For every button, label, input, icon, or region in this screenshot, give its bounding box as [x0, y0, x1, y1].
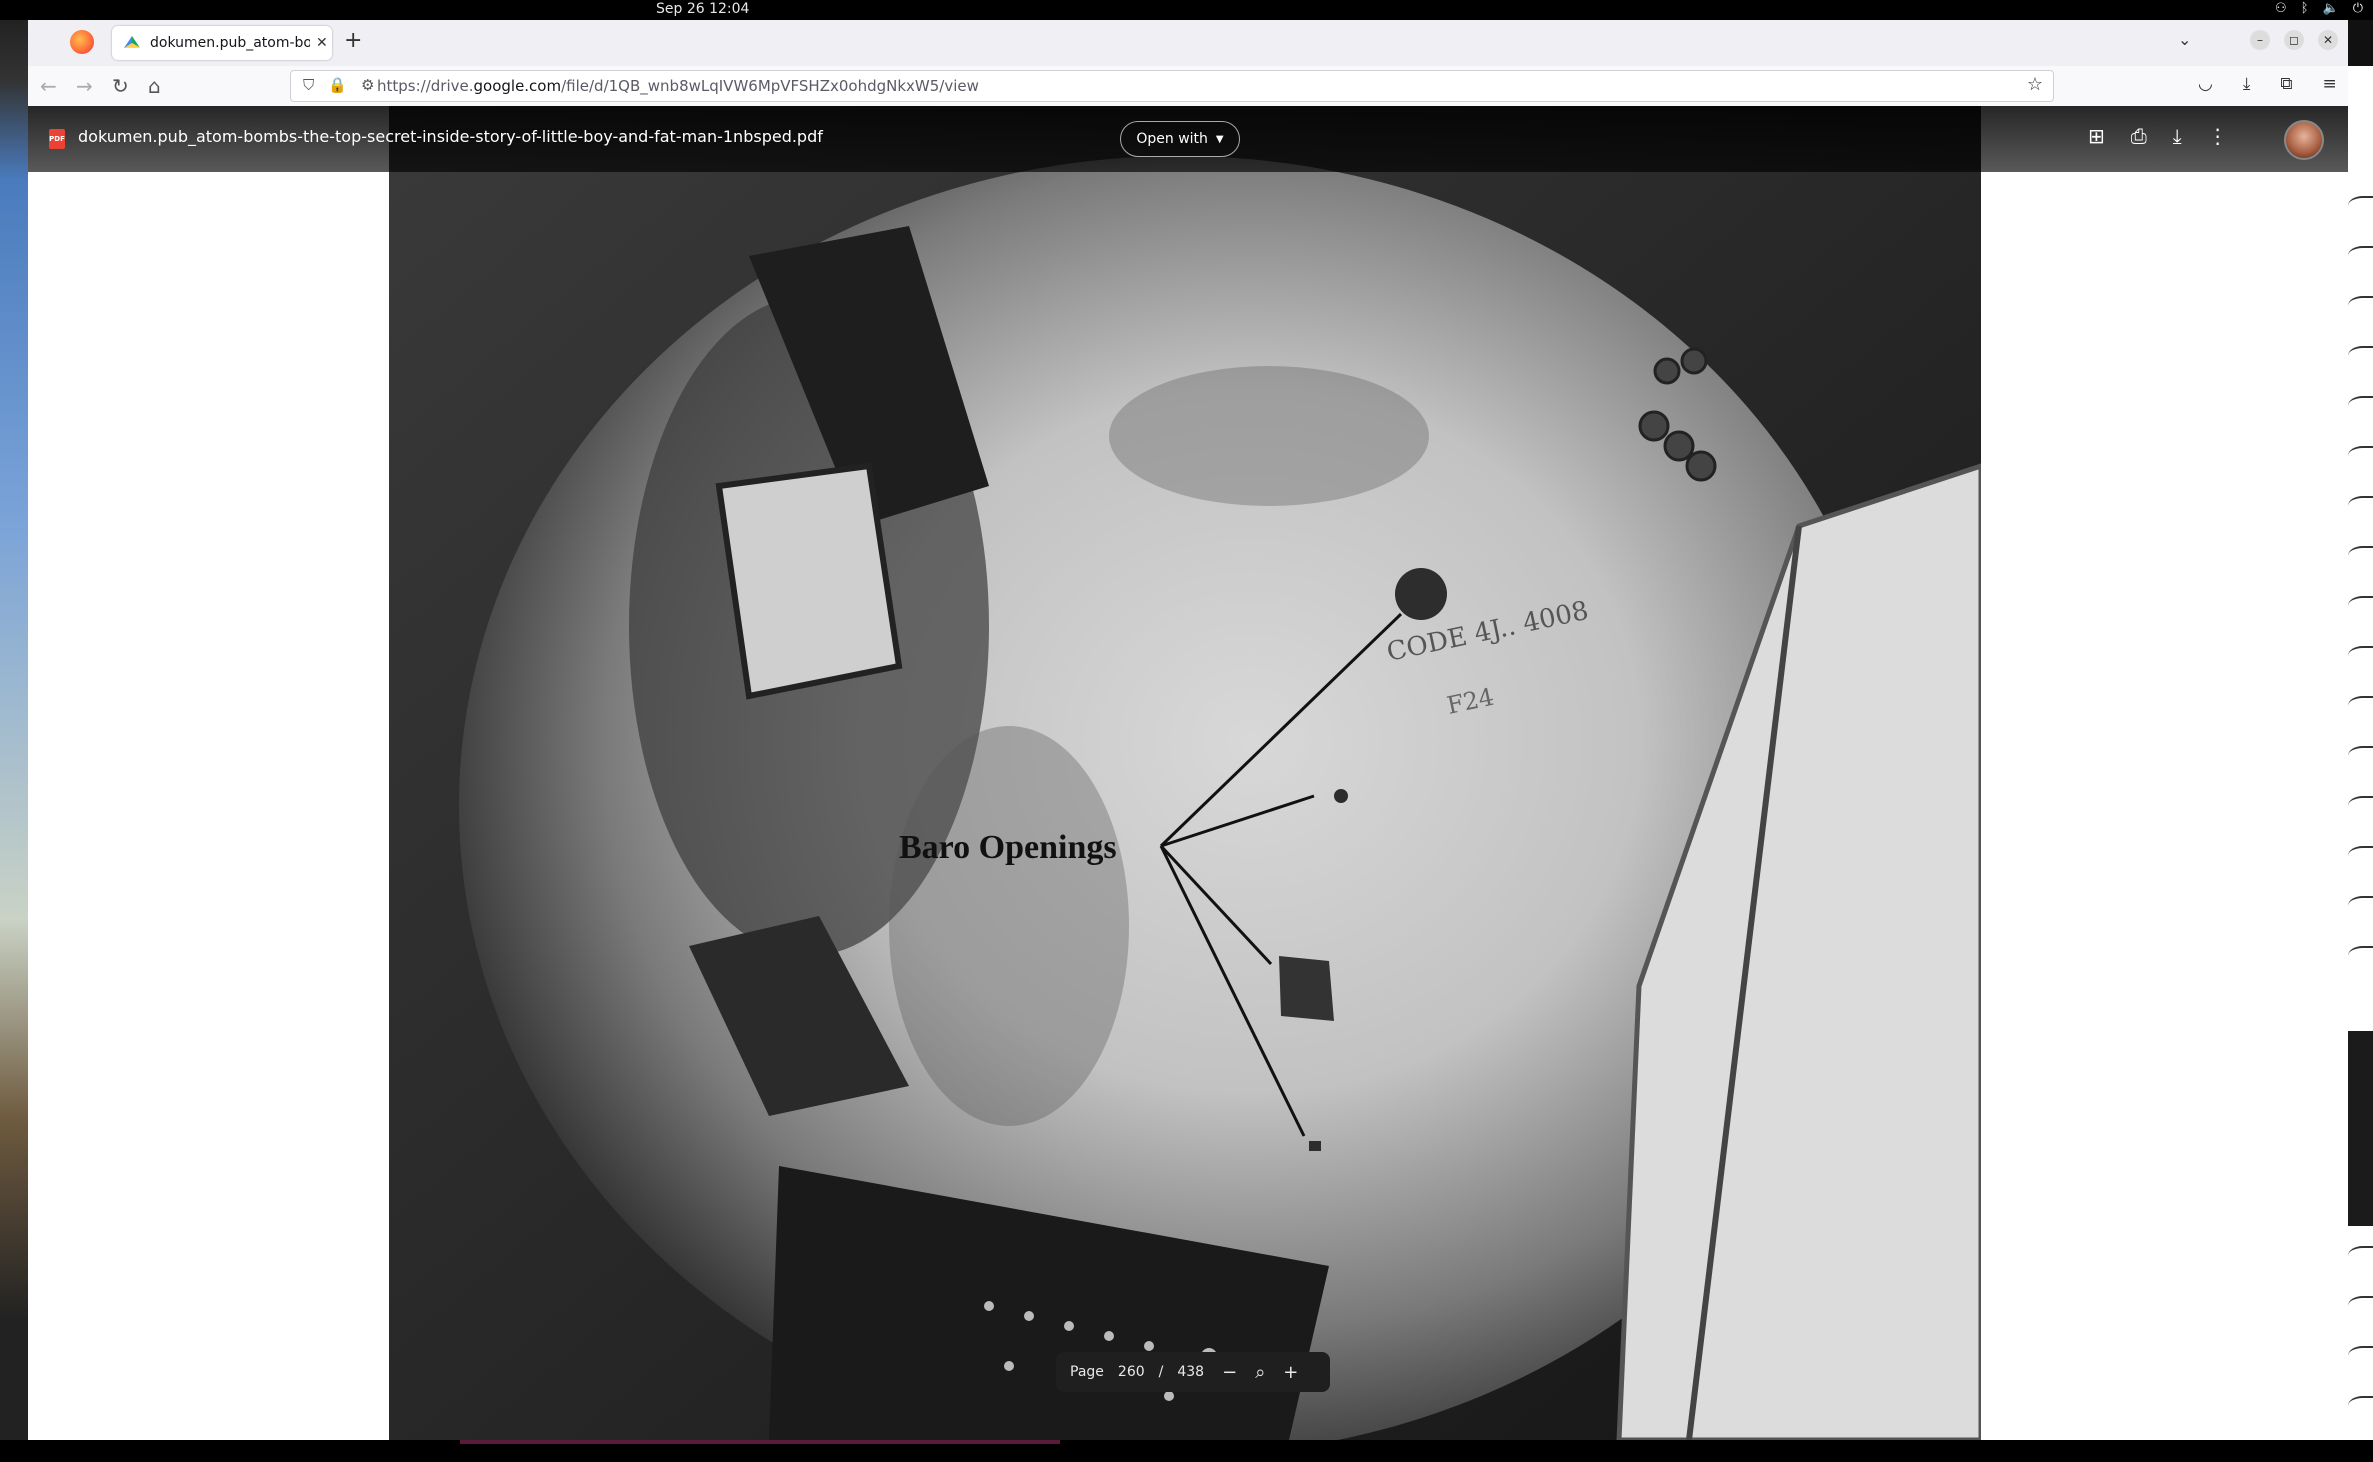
open-with-label: Open with [1136, 131, 1208, 147]
network-icon[interactable]: ⚇ [2275, 1, 2287, 16]
url-domain: google.com [473, 77, 562, 95]
url-path: /file/d/1QB_wnb8wLqIVW6MpVFSHZx0ohdgNkxW… [561, 77, 979, 95]
tracking-shield-icon[interactable]: ⛉ [303, 76, 314, 94]
reload-icon[interactable]: ↻ [112, 74, 129, 98]
bluetooth-icon[interactable]: ᛒ [2301, 1, 2309, 16]
system-tray[interactable]: ⚇ ᛒ 🔈 ⏻ [2275, 1, 2363, 16]
zoom-in-icon[interactable]: + [1283, 1362, 1298, 1383]
navigation-bar: ← → ↻ ⌂ ⛉ 🔒 ⚙ https://drive.google.com/f… [28, 66, 2348, 107]
pdf-page: CODE 4J.. 4008 F24 Baro Openings [389, 106, 1981, 1440]
dock-edge [0, 1440, 2373, 1462]
minimize-icon[interactable]: – [2250, 30, 2270, 50]
background-window [0, 20, 28, 1440]
account-avatar[interactable] [2284, 120, 2324, 160]
volume-icon[interactable]: 🔈 [2323, 1, 2339, 16]
zoom-out-icon[interactable]: − [1222, 1362, 1237, 1383]
total-pages: 438 [1177, 1364, 1205, 1380]
permissions-icon[interactable]: ⚙ [361, 76, 374, 94]
firefox-window: dokumen.pub_atom-bom ✕ + ⌄ – ◻ ✕ ← → ↻ ⌂… [28, 20, 2348, 1440]
baro-opening [1279, 956, 1334, 1021]
page-label: Page [1070, 1364, 1104, 1380]
url-bar[interactable]: ⛉ 🔒 ⚙ https://drive.google.com/file/d/1Q… [290, 70, 2054, 102]
more-options-icon[interactable]: ⋮ [2208, 124, 2228, 148]
pdf-file-icon: PDF [49, 129, 65, 149]
extensions-icon[interactable]: ⧉ [2280, 74, 2292, 94]
home-icon[interactable]: ⌂ [148, 74, 161, 98]
baro-opening [1334, 789, 1348, 803]
close-tab-icon[interactable]: ✕ [316, 35, 328, 51]
close-window-icon[interactable]: ✕ [2318, 30, 2338, 50]
adjacent-window [2348, 66, 2373, 1440]
url-prefix: https://drive. [377, 77, 474, 95]
system-top-bar: Sep 26 12:04 ⚇ ᛒ 🔈 ⏻ [0, 0, 2373, 20]
forward-icon[interactable]: → [76, 74, 93, 98]
viewer-header: PDF dokumen.pub_atom-bombs-the-top-secre… [28, 106, 2348, 172]
list-tabs-icon[interactable]: ⌄ [2178, 30, 2191, 49]
pocket-icon[interactable]: ◡ [2198, 74, 2213, 94]
bookmark-star-icon[interactable]: ☆ [2027, 74, 2043, 95]
print-icon[interactable]: ⎙ [2131, 124, 2147, 148]
downloads-icon[interactable]: ⤓ [2243, 74, 2251, 94]
url-text[interactable]: https://drive.google.com/file/d/1QB_wnb8… [377, 77, 979, 95]
file-name: dokumen.pub_atom-bombs-the-top-secret-in… [78, 127, 823, 146]
baro-opening [1309, 1141, 1321, 1151]
viewer-actions: ⊞ ⎙ ⤓ ⋮ [2088, 124, 2228, 148]
back-icon[interactable]: ← [40, 74, 57, 98]
baro-opening [1395, 568, 1447, 620]
caret-down-icon: ▼ [1215, 133, 1224, 145]
new-tab-icon[interactable]: + [344, 28, 362, 53]
page-separator: / [1158, 1364, 1164, 1380]
tab-title: dokumen.pub_atom-bom [150, 35, 310, 51]
open-with-button[interactable]: Open with ▼ [1120, 121, 1240, 157]
window-controls: – ◻ ✕ [2250, 20, 2348, 50]
bomb-photograph: CODE 4J.. 4008 F24 Baro Openings [389, 106, 1981, 1440]
lock-icon[interactable]: 🔒 [328, 76, 347, 94]
google-drive-icon [124, 36, 140, 48]
add-comment-icon[interactable]: ⊞ [2088, 124, 2105, 148]
drive-pdf-viewer: PDF dokumen.pub_atom-bombs-the-top-secre… [28, 106, 2348, 1440]
zoom-icon[interactable]: ⌕ [1255, 1362, 1265, 1383]
maximize-icon[interactable]: ◻ [2284, 30, 2304, 50]
tab-drive-pdf[interactable]: dokumen.pub_atom-bom ✕ [112, 26, 332, 60]
system-clock[interactable]: Sep 26 12:04 [656, 1, 749, 17]
caption-baro-openings: Baro Openings [899, 829, 1117, 866]
menu-icon[interactable]: ≡ [2323, 74, 2337, 94]
power-icon[interactable]: ⏻ [2353, 1, 2363, 16]
current-page-input[interactable]: 260 [1118, 1364, 1145, 1380]
firefox-view-icon[interactable] [70, 30, 94, 54]
toolbar-right: ◡ ⤓ ⧉ ≡ [2198, 74, 2337, 94]
tab-strip: dokumen.pub_atom-bom ✕ + ⌄ – ◻ ✕ [28, 20, 2348, 66]
page-controls: Page 260 / 438 − ⌕ + [1056, 1352, 1330, 1392]
download-icon[interactable]: ⤓ [2173, 124, 2182, 148]
